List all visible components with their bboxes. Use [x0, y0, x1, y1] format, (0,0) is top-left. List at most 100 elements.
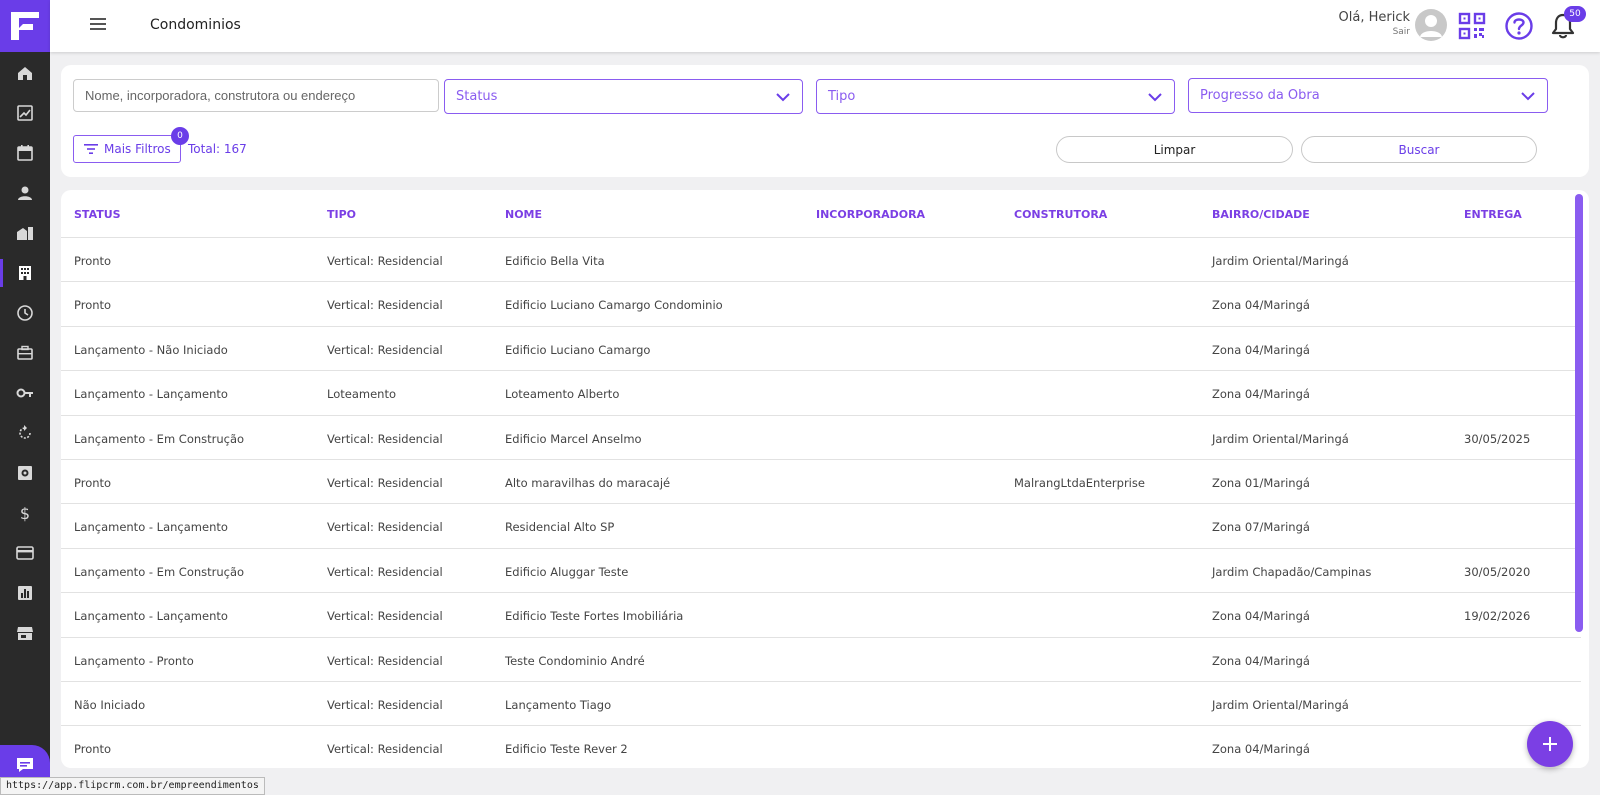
more-filters-button[interactable]: Mais Filtros 0: [73, 127, 189, 163]
dollar-icon: $: [20, 504, 30, 522]
add-condominio-button[interactable]: [1527, 721, 1573, 767]
scrollbar-thumb[interactable]: [1575, 194, 1583, 632]
cell-status: Lançamento - Não Iniciado: [74, 342, 228, 357]
sidebar-item-trending-chart[interactable]: [0, 93, 50, 133]
cell-nome: Edificio Bella Vita: [505, 254, 605, 268]
avatar[interactable]: [1415, 9, 1447, 41]
cell-entrega: 30/05/2020: [1464, 564, 1531, 579]
table-body: Pronto Vertical: Residencial Edificio Bell…: [61, 238, 1581, 768]
chat-icon: [17, 758, 33, 772]
filter-panel: Status Tipo Progresso da Obra Mais Filtr…: [61, 65, 1589, 177]
clear-button[interactable]: Limpar: [1056, 136, 1293, 163]
tipo-select[interactable]: Tipo: [816, 79, 1175, 114]
sidebar-item-dollar[interactable]: $: [0, 493, 50, 533]
cell-bairro-cidade: Jardim Oriental/Maringá: [1212, 697, 1349, 712]
cell-tipo: Vertical: Residencial: [327, 342, 443, 357]
column-header-tipo[interactable]: TIPO: [327, 208, 356, 221]
help-icon: [1505, 12, 1533, 40]
hamburger-line: [90, 28, 106, 30]
sidebar: $: [0, 0, 50, 795]
qr-code-button[interactable]: [1458, 12, 1486, 40]
help-button[interactable]: [1504, 11, 1534, 41]
hamburger-line: [90, 23, 106, 25]
clock-icon: [17, 305, 33, 321]
notification-count-badge: 50: [1564, 6, 1586, 22]
column-header-entrega[interactable]: ENTREGA: [1464, 208, 1522, 221]
cell-bairro-cidade: Zona 04/Maringá: [1212, 609, 1310, 624]
chevron-down-icon: [776, 92, 790, 101]
cell-nome: Residencial Alto SP: [505, 520, 615, 535]
sidebar-item-store[interactable]: [0, 613, 50, 653]
sidebar-item-buildings[interactable]: [0, 213, 50, 253]
bar-report-icon: [18, 586, 32, 600]
sidebar-item-condominium[interactable]: [0, 253, 50, 293]
progresso-select[interactable]: Progresso da Obra: [1188, 78, 1548, 113]
cell-bairro-cidade: Zona 04/Maringá: [1212, 342, 1310, 357]
cell-bairro-cidade: Zona 04/Maringá: [1212, 742, 1310, 757]
sidebar-item-vault[interactable]: [0, 453, 50, 493]
cell-bairro-cidade: Zona 04/Maringá: [1212, 298, 1310, 313]
column-header-construtora[interactable]: CONSTRUTORA: [1014, 208, 1107, 221]
credit-card-icon: [16, 546, 34, 560]
search-button[interactable]: Buscar: [1301, 136, 1537, 163]
progresso-select-label: Progresso da Obra: [1200, 88, 1320, 103]
column-header-status[interactable]: STATUS: [74, 208, 121, 221]
cell-status: Lançamento - Lançamento: [74, 387, 228, 402]
page-title: Condominios: [150, 17, 241, 33]
cell-status: Lançamento - Em Construção: [74, 431, 245, 446]
condominios-table: STATUS TIPO NOME INCORPORADORA CONSTRUTO…: [61, 190, 1589, 768]
more-filters-count-badge: 0: [171, 127, 189, 145]
sidebar-item-credit-card[interactable]: [0, 533, 50, 573]
home-icon: [18, 67, 32, 80]
sidebar-item-briefcase[interactable]: [0, 333, 50, 373]
flip-logo[interactable]: [0, 0, 50, 52]
table-row[interactable]: Lançamento - Em Construção Vertical: Resi…: [61, 549, 1581, 594]
table-scrollbar[interactable]: [1575, 190, 1587, 768]
user-avatar-icon: [1420, 15, 1442, 37]
condominium-icon: [19, 266, 31, 280]
sidebar-item-key[interactable]: [0, 373, 50, 413]
search-input[interactable]: [73, 79, 439, 112]
cell-tipo: Vertical: Residencial: [327, 564, 443, 579]
cell-tipo: Vertical: Residencial: [327, 609, 443, 624]
sidebar-item-bar-report[interactable]: [0, 573, 50, 613]
sidebar-item-person[interactable]: [0, 173, 50, 213]
sidebar-item-calendar[interactable]: [0, 133, 50, 173]
store-icon: [17, 627, 33, 640]
cell-tipo: Vertical: Residencial: [327, 520, 443, 535]
qr-code-icon: [1458, 12, 1486, 40]
cell-bairro-cidade: Jardim Chapadão/Campinas: [1212, 564, 1372, 579]
column-header-nome[interactable]: NOME: [505, 208, 542, 221]
vault-icon: [18, 466, 32, 480]
column-header-incorporadora[interactable]: INCORPORADORA: [816, 208, 925, 221]
sidebar-item-clock[interactable]: [0, 293, 50, 333]
cell-status: Não Iniciado: [74, 697, 146, 712]
table-row[interactable]: Lançamento - Lançamento Loteamento Loteame…: [61, 371, 1581, 416]
table-row[interactable]: Não Iniciado Vertical: Residencial Lançame…: [61, 682, 1581, 727]
more-filters-label: Mais Filtros: [104, 142, 171, 156]
table-row[interactable]: Pronto Vertical: Residencial Edificio Bell…: [61, 238, 1581, 283]
cell-tipo: Vertical: Residencial: [327, 475, 443, 490]
table-row[interactable]: Lançamento - Lançamento Vertical: Residen…: [61, 593, 1581, 638]
table-row[interactable]: Pronto Vertical: Residencial Edificio Test…: [61, 726, 1581, 768]
cell-entrega: 30/05/2025: [1464, 431, 1531, 446]
table-row[interactable]: Pronto Vertical: Residencial Alto maravilh…: [61, 460, 1581, 505]
menu-toggle-button[interactable]: [90, 18, 106, 32]
cell-status: Lançamento - Lançamento: [74, 609, 228, 624]
table-row[interactable]: Lançamento - Lançamento Vertical: Residen…: [61, 504, 1581, 549]
briefcase-icon: [17, 345, 33, 360]
sidebar-item-refresh[interactable]: [0, 413, 50, 453]
cell-tipo: Loteamento: [327, 387, 396, 402]
table-row[interactable]: Lançamento - Não Iniciado Vertical: Resid…: [61, 327, 1581, 372]
logout-link[interactable]: Sair: [1339, 27, 1410, 37]
column-header-bairro-cidade[interactable]: BAIRRO/CIDADE: [1212, 208, 1310, 221]
cell-tipo: Vertical: Residencial: [327, 697, 443, 712]
table-row[interactable]: Lançamento - Pronto Vertical: Residencial…: [61, 638, 1581, 682]
cell-status: Lançamento - Em Construção: [74, 564, 245, 579]
table-row[interactable]: Pronto Vertical: Residencial Edificio Luci…: [61, 282, 1581, 327]
table-row[interactable]: Lançamento - Em Construção Vertical: Resi…: [61, 416, 1581, 460]
sidebar-item-home[interactable]: [0, 53, 50, 93]
status-select[interactable]: Status: [444, 79, 803, 114]
cell-nome: Lançamento Tiago: [505, 697, 612, 712]
cell-tipo: Vertical: Residencial: [327, 742, 443, 757]
